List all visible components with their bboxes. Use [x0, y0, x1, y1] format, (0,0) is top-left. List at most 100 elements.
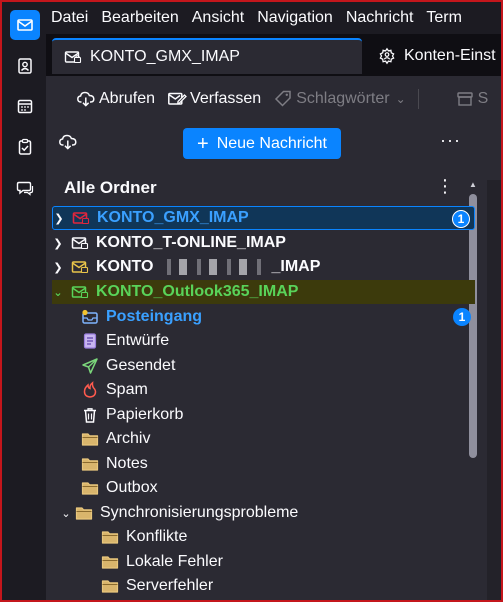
account-label: KONTO_Outlook365_IMAP [96, 283, 299, 300]
account-settings-icon [379, 47, 395, 65]
tags-button[interactable]: Schlagwörter ⌄ [267, 89, 411, 109]
tasks-space-button[interactable] [10, 132, 40, 162]
folder-row-inbox[interactable]: Posteingang 1 [52, 305, 475, 329]
folder-icon [100, 577, 120, 595]
chevron-down-icon: ⌄ [395, 92, 406, 106]
chevron-down-icon[interactable]: ⌄ [60, 507, 72, 520]
redacted-text [157, 259, 268, 275]
chevron-right-icon[interactable]: ❯ [53, 212, 65, 225]
account-label: KONTO_GMX_IMAP [97, 209, 249, 226]
account-label-suffix: _IMAP [271, 258, 321, 275]
get-messages-button[interactable]: Abrufen [70, 89, 161, 109]
pane-splitter[interactable] [487, 180, 501, 600]
archive-label: S [477, 90, 489, 107]
scroll-up-icon[interactable]: ▲ [469, 180, 477, 189]
account-label: KONTO_T-ONLINE_IMAP [96, 234, 286, 251]
compose-label: Verfassen [190, 90, 262, 107]
address-book-space-button[interactable] [10, 51, 40, 81]
menu-datei[interactable]: Datei [46, 9, 93, 27]
menu-bearbeiten[interactable]: Bearbeiten [96, 9, 183, 27]
mail-account-icon [70, 283, 90, 301]
tab-label: KONTO_GMX_IMAP [90, 48, 240, 65]
folder-row-trash[interactable]: Papierkorb [52, 403, 475, 427]
mail-toolbar: Abrufen Verfassen Schlagwörter ⌄ S [46, 76, 501, 122]
plus-icon: + [197, 132, 209, 155]
folder-row-server-errors[interactable]: Serverfehler [52, 574, 475, 598]
mail-account-icon [70, 258, 90, 276]
compose-button[interactable]: Verfassen [161, 89, 267, 109]
menu-nachricht[interactable]: Nachricht [341, 9, 419, 27]
spam-icon [80, 381, 100, 399]
menu-bar: Datei Bearbeiten Ansicht Navigation Nach… [46, 2, 501, 34]
folder-pane: + Neue Nachricht ··· Alle Ordner ⋮ ▲ ❯ K… [46, 122, 501, 600]
folder-row-sent[interactable]: Gesendet [52, 354, 475, 378]
tab-label: Konten-Einst [404, 47, 496, 64]
tab-account-settings[interactable]: Konten-Einst [374, 38, 501, 74]
calendar-space-button[interactable] [10, 91, 40, 121]
get-messages-pane-button[interactable] [58, 132, 78, 157]
folder-section-title: Alle Ordner [64, 178, 157, 197]
compose-icon [168, 92, 187, 105]
cloud-download-icon [77, 91, 95, 107]
tag-icon [275, 90, 291, 107]
new-message-label: Neue Nachricht [216, 134, 327, 152]
drafts-icon [80, 332, 100, 350]
folder-row-local-errors[interactable]: Lokale Fehler [52, 550, 475, 574]
folder-label: Gesendet [106, 357, 176, 374]
menu-ansicht[interactable]: Ansicht [187, 9, 249, 27]
folder-label: Outbox [106, 479, 158, 496]
folder-label: Notes [106, 455, 148, 472]
folder-icon [80, 455, 100, 473]
mail-account-icon [71, 209, 91, 227]
folder-label: Konflikte [126, 528, 188, 545]
more-options-button[interactable]: ··· [440, 130, 461, 151]
folder-row-drafts[interactable]: Entwürfe [52, 329, 475, 353]
folder-label: Synchronisierungsprobleme [100, 504, 299, 521]
new-message-button[interactable]: + Neue Nachricht [183, 128, 341, 159]
folder-label: Posteingang [106, 308, 203, 325]
folder-icon [100, 553, 120, 571]
tags-label: Schlagwörter [296, 90, 390, 107]
mail-icon [17, 19, 33, 31]
archive-icon [456, 92, 473, 106]
tasks-icon [18, 138, 32, 155]
folder-label: Entwürfe [106, 332, 170, 349]
trash-icon [80, 406, 100, 424]
folder-row-conflicts[interactable]: Konflikte [52, 525, 475, 549]
tab-bar: KONTO_GMX_IMAP Konten-Einst [46, 34, 501, 76]
account-row-gmx[interactable]: ❯ KONTO_GMX_IMAP 1 [52, 206, 475, 230]
menu-termine[interactable]: Term [421, 9, 467, 27]
folder-label: Archiv [106, 430, 151, 447]
toolbar-separator [417, 89, 419, 109]
chevron-down-icon[interactable]: ⌄ [52, 286, 64, 299]
folder-label: Spam [106, 381, 148, 398]
folder-icon [74, 504, 94, 522]
unread-badge: 1 [453, 308, 471, 326]
folder-label: Lokale Fehler [126, 553, 223, 570]
calendar-icon [17, 99, 33, 114]
chevron-right-icon[interactable]: ❯ [52, 261, 64, 274]
folder-row-sync-problems[interactable]: ⌄ Synchronisierungsprobleme [52, 501, 475, 525]
chat-space-button[interactable] [10, 173, 40, 203]
mail-account-icon [70, 234, 90, 252]
folder-row-archive[interactable]: Archiv [52, 427, 475, 451]
folder-row-notes[interactable]: Notes [52, 452, 475, 476]
archive-button[interactable]: S [449, 89, 495, 109]
folder-row-spam[interactable]: Spam [52, 378, 475, 402]
inbox-icon [80, 308, 100, 326]
folder-label: Papierkorb [106, 406, 184, 423]
mail-space-button[interactable] [10, 10, 40, 40]
unread-badge: 1 [452, 210, 470, 228]
folder-section-menu-button[interactable]: ⋮ [436, 176, 454, 197]
account-label-prefix: KONTO [96, 258, 154, 275]
account-row-tonline[interactable]: ❯ KONTO_T-ONLINE_IMAP [52, 231, 475, 255]
tab-mail-account[interactable]: KONTO_GMX_IMAP [52, 38, 362, 74]
address-book-icon [18, 58, 32, 74]
folder-row-outbox[interactable]: Outbox [52, 476, 475, 500]
chat-icon [16, 181, 34, 196]
menu-navigation[interactable]: Navigation [252, 9, 338, 27]
chevron-right-icon[interactable]: ❯ [52, 237, 64, 250]
folder-icon [100, 528, 120, 546]
account-row-redacted[interactable]: ❯ KONTO _IMAP [52, 255, 475, 279]
account-row-outlook365[interactable]: ⌄ KONTO_Outlook365_IMAP [52, 280, 475, 304]
